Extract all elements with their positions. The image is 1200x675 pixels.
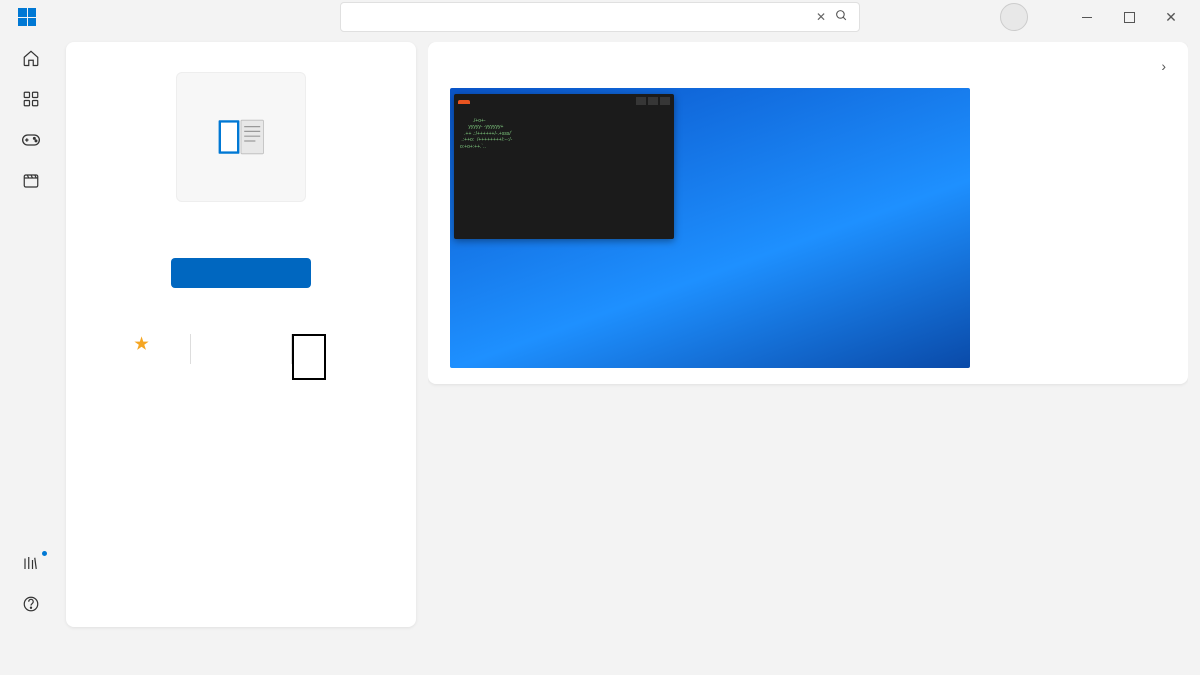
close-button[interactable]: ✕ bbox=[1150, 2, 1192, 32]
minimize-button[interactable] bbox=[1066, 2, 1108, 32]
screenshot-1[interactable]: ./+o+- yyyyy- -yyyyyy+ .++ .:/++++++/-.+… bbox=[450, 88, 970, 368]
chevron-right-icon[interactable]: › bbox=[1161, 58, 1166, 74]
product-stats: ★ bbox=[90, 334, 392, 380]
terminal-ubuntu: ./+o+- yyyyy- -yyyyyy+ .++ .:/++++++/-.+… bbox=[454, 94, 674, 239]
esrb-rating bbox=[292, 334, 392, 380]
nav-sidebar bbox=[0, 34, 62, 635]
rating-stat: ★ bbox=[90, 334, 190, 356]
library-icon bbox=[21, 553, 41, 573]
ratings-count-stat bbox=[191, 334, 291, 336]
search-icon[interactable] bbox=[831, 9, 851, 25]
sidebar-item-gaming[interactable] bbox=[3, 130, 59, 153]
help-icon bbox=[21, 594, 41, 614]
movies-icon bbox=[21, 171, 41, 191]
sidebar-item-library[interactable] bbox=[3, 553, 59, 576]
sidebar-item-apps[interactable] bbox=[3, 89, 59, 112]
screenshot-carousel[interactable]: ./+o+- yyyyy- -yyyyyy+ .++ .:/++++++/-.+… bbox=[450, 88, 1166, 368]
sidebar-item-home[interactable] bbox=[3, 48, 59, 71]
search-input[interactable] bbox=[349, 10, 811, 25]
home-icon bbox=[21, 48, 41, 68]
titlebar: ✕ ✕ bbox=[0, 0, 1200, 34]
notification-dot-icon bbox=[42, 551, 47, 556]
app-title bbox=[46, 10, 48, 24]
gaming-icon bbox=[21, 130, 41, 150]
maximize-button[interactable] bbox=[1108, 2, 1150, 32]
screenshots-panel: › ./+o+- yyyyy- -yyyyyy+ .++ .:/++++++/-… bbox=[428, 42, 1188, 384]
window-controls: ✕ bbox=[1066, 2, 1192, 32]
clear-search-icon[interactable]: ✕ bbox=[811, 10, 831, 24]
apps-icon bbox=[21, 89, 41, 109]
user-avatar[interactable] bbox=[1000, 3, 1028, 31]
sidebar-item-help[interactable] bbox=[3, 594, 59, 617]
search-box[interactable]: ✕ bbox=[340, 2, 860, 32]
product-icon bbox=[176, 72, 306, 202]
star-icon: ★ bbox=[134, 334, 148, 354]
open-button[interactable] bbox=[171, 258, 311, 288]
product-card: ★ bbox=[66, 42, 416, 627]
store-logo-icon bbox=[18, 8, 36, 26]
sidebar-item-movies[interactable] bbox=[3, 171, 59, 194]
